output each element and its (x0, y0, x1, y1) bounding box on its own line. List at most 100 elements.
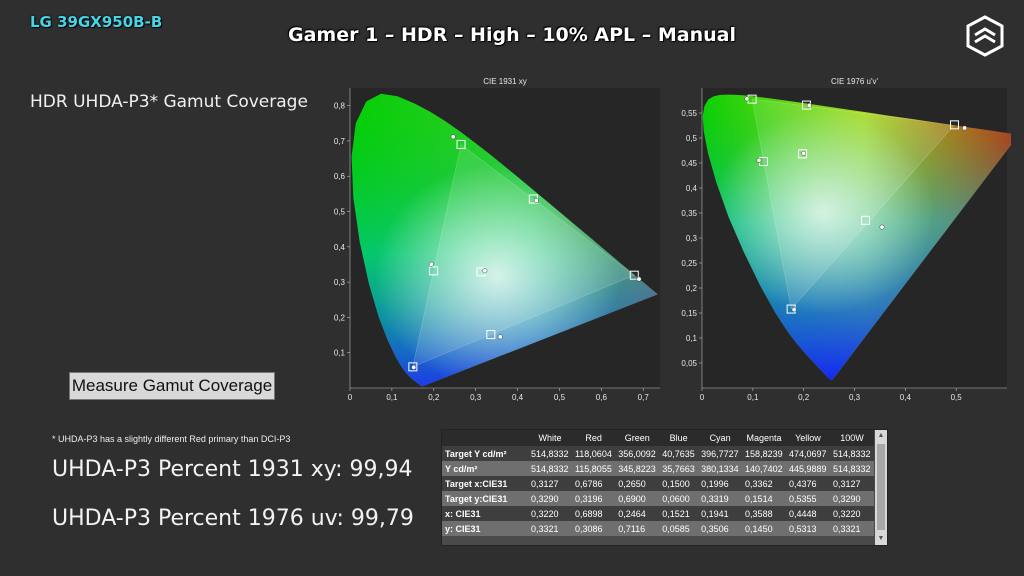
table-cell: 0,4376 (786, 476, 830, 491)
table-cell: 0,1500 (659, 476, 699, 491)
table-cell: 0,3220 (528, 506, 572, 521)
y-tick-label: 0,25 (681, 259, 697, 268)
y-tick-label: 0,7 (334, 137, 346, 146)
y-tick-label: 0,55 (681, 109, 697, 118)
table-cell: 0,1521 (659, 506, 699, 521)
x-tick-label: 0,3 (470, 393, 482, 402)
table-row: Target Y cd/m² 514,8332 118,0604 356,0092 40… (442, 446, 874, 461)
measured-point (450, 134, 456, 140)
scroll-up-icon[interactable]: ▲ (875, 430, 887, 442)
table-cell: 0,5313 (786, 521, 830, 536)
x-tick-label: 0,7 (638, 393, 650, 402)
scroll-thumb[interactable] (877, 444, 885, 530)
table-row: y: CIE31 0,3321 0,3086 0,7116 0,0585 0,3506 0,… (442, 521, 874, 536)
column-header: White (528, 430, 572, 446)
y-tick-label: 0,15 (681, 309, 697, 318)
table-cell: 474,0697 (786, 446, 830, 461)
row-label: Target x:CIE31 (442, 476, 528, 491)
chart-title: CIE 1976 u'v' (831, 77, 879, 86)
column-header (442, 430, 528, 446)
table-header: White Red Green Blue Cyan Magenta Yellow 100W (442, 430, 874, 446)
table-cell: 0,3196 (571, 491, 616, 506)
table-cell: 0,3290 (528, 491, 572, 506)
y-tick-label: 0,2 (334, 313, 346, 322)
row-label: Y cd/m² (442, 461, 528, 476)
measured-point (411, 364, 417, 370)
row-label: Target Y cd/m² (442, 446, 528, 461)
table-cell: 0,3220 (829, 506, 874, 521)
column-header: Red (571, 430, 616, 446)
table-cell: 0,2650 (615, 476, 660, 491)
table-cell: 0,3290 (829, 491, 874, 506)
scroll-down-icon[interactable]: ▼ (875, 533, 887, 545)
row-label: y: CIE31 (442, 521, 528, 536)
column-header: Magenta (742, 430, 786, 446)
table-cell: 158,8239 (742, 446, 786, 461)
x-tick-label: 0,2 (428, 393, 440, 402)
table-row: Target x:CIE31 0,3127 0,6786 0,2650 0,1500 0,… (442, 476, 874, 491)
y-tick-label: 0,5 (686, 134, 698, 143)
measured-point (744, 96, 750, 102)
table-cell: 0,0585 (659, 521, 699, 536)
x-tick-label: 0,6 (596, 393, 608, 402)
table-cell: 0,4448 (786, 506, 830, 521)
y-tick-label: 0,4 (334, 243, 346, 252)
measured-point (791, 307, 797, 313)
row-label: Target y:CIE31 (442, 491, 528, 506)
gamut-heading: HDR UHDA-P3* Gamut Coverage (30, 92, 308, 112)
measure-gamut-button[interactable]: Measure Gamut Coverage (69, 372, 275, 400)
table-cell: 514,8332 (528, 446, 572, 461)
column-header: Cyan (698, 430, 743, 446)
measured-point (428, 261, 434, 267)
row-label: x: CIE31 (442, 506, 528, 521)
x-tick-label: 0,5 (554, 393, 566, 402)
cie1931-chart: CIE 1931 xy 0 0,1 0,2 0,3 0,4 0,5 0,6 0,7 0,1 0,2… (334, 77, 660, 402)
table-cell: 35,7663 (659, 461, 699, 476)
table-cell: 0,3362 (742, 476, 786, 491)
measured-point (801, 150, 807, 156)
x-tick-label: 0,2 (798, 393, 810, 402)
table-cell: 0,3506 (698, 521, 743, 536)
table-cell: 0,1941 (698, 506, 743, 521)
table-cell: 445,9889 (786, 461, 830, 476)
y-tick-label: 0,3 (334, 278, 346, 287)
table-cell: 0,3319 (698, 491, 743, 506)
measured-point (636, 276, 642, 282)
table-cell: 115,8055 (571, 461, 616, 476)
table-cell: 380,1334 (698, 461, 743, 476)
y-tick-label: 0,35 (681, 209, 697, 218)
y-tick-label: 0,8 (334, 102, 346, 111)
footnote: * UHDA-P3 has a slightly different Red p… (52, 434, 291, 444)
percent-1931-xy: UHDA-P3 Percent 1931 xy: 99,94 (52, 457, 413, 482)
measured-point (497, 334, 503, 340)
x-tick-label: 0 (348, 393, 353, 402)
table-cell: 0,7116 (615, 521, 660, 536)
table-cell: 0,1514 (742, 491, 786, 506)
table-cell: 0,6900 (615, 491, 660, 506)
table-cell: 40,7635 (659, 446, 699, 461)
measured-point (533, 198, 539, 203)
x-tick-label: 0,3 (849, 393, 861, 402)
table-cell: 514,8332 (829, 446, 874, 461)
y-tick-label: 0,05 (681, 359, 697, 368)
table-cell: 0,3127 (829, 476, 874, 491)
table-cell: 0,0600 (659, 491, 699, 506)
table-cell: 0,5355 (786, 491, 830, 506)
table-cell: 396,7727 (698, 446, 743, 461)
measured-point (962, 125, 968, 131)
y-tick-label: 0,1 (686, 334, 698, 343)
table-cell: 0,1450 (742, 521, 786, 536)
measured-point (806, 103, 812, 108)
x-tick-label: 0,4 (512, 393, 524, 402)
column-header: Yellow (786, 430, 830, 446)
x-tick-label: 0,1 (386, 393, 398, 402)
y-tick-label: 0,2 (686, 284, 698, 293)
column-header: Blue (659, 430, 699, 446)
table-scrollbar[interactable]: ▲ ▼ (875, 430, 887, 545)
table-cell: 514,8332 (528, 461, 572, 476)
cie1976-chart: CIE 1976 u'v' 0 0,1 0,2 0,3 0,4 0,5 0,05 0,1 0,1… (681, 77, 1011, 402)
table-cell: 0,6786 (571, 476, 616, 491)
table-cell: 0,3321 (528, 521, 572, 536)
table-cell: 0,6898 (571, 506, 616, 521)
y-tick-label: 0,5 (334, 208, 346, 217)
